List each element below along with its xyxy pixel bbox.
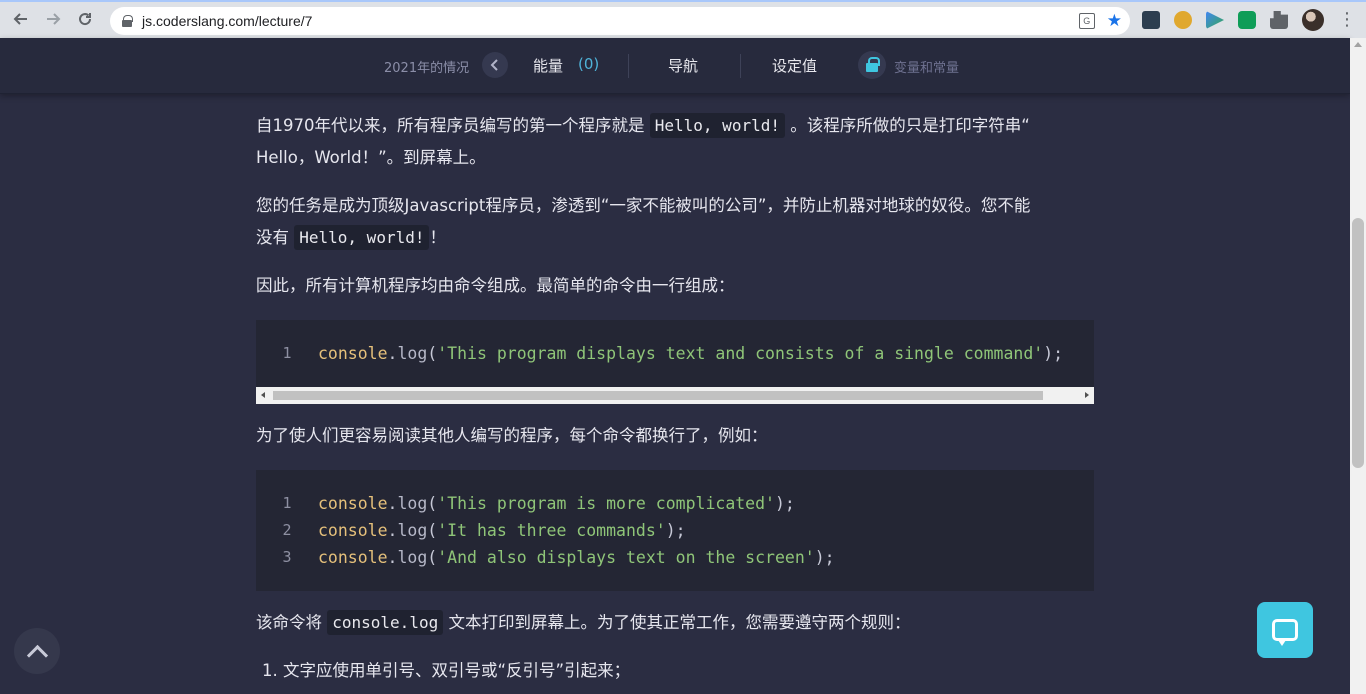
- code-line: 3 console. log('And also displays text on …: [256, 544, 1094, 571]
- browser-menu-icon[interactable]: ⋮: [1338, 11, 1356, 29]
- code-object: console: [318, 494, 388, 513]
- code-string: 'It has three commands': [437, 521, 666, 540]
- extension-film-icon[interactable]: [1142, 11, 1160, 29]
- code-object: console: [318, 344, 388, 363]
- divider: [628, 54, 629, 78]
- code-punct: );: [814, 548, 835, 567]
- lock-icon: [858, 51, 886, 79]
- code-punct: .: [387, 548, 398, 567]
- back-arrow-icon[interactable]: [6, 4, 36, 34]
- code-string: 'And also displays text on the screen': [437, 548, 815, 567]
- code-string: 'This program displays text and consists…: [437, 344, 1044, 363]
- translate-icon[interactable]: G: [1078, 13, 1095, 29]
- paragraph: 自1970年代以来，所有程序员编写的第一个程序就是 Hello, world! …: [256, 110, 1094, 174]
- code-function: log: [397, 494, 428, 513]
- lesson-content: 自1970年代以来，所有程序员编写的第一个程序就是 Hello, world! …: [256, 94, 1094, 687]
- extension-play-icon[interactable]: [1206, 11, 1224, 29]
- paragraph: 您的任务是成为顶级Javascript程序员，渗透到“一家不能被叫的公司”，并防…: [256, 190, 1094, 254]
- lesson-header: 2021年的情况 能量 (0) 导航 设定值 变量和常量: [0, 38, 1350, 94]
- paragraph-text: 。该程序所做的只是打印字符串“: [784, 116, 1030, 135]
- code-punct: .: [387, 344, 398, 363]
- list-item: 1. 文字应使用单引号、双引号或“反引号”引起来；: [262, 661, 631, 680]
- scrollbar-thumb[interactable]: [273, 391, 1043, 400]
- browser-toolbar: js.coderslang.com/lecture/7 G ★ ⋮: [0, 0, 1366, 38]
- inline-code: Hello, world!: [649, 113, 785, 138]
- divider: [740, 54, 741, 78]
- code-string: 'This program is more complicated': [437, 494, 775, 513]
- lock-icon: [122, 15, 133, 27]
- code-punct: );: [665, 521, 686, 540]
- code-function: log: [397, 521, 428, 540]
- chat-bubble-icon: [1272, 619, 1298, 646]
- line-number: 3: [282, 548, 292, 566]
- code-punct: );: [775, 494, 795, 513]
- code-function: log: [397, 344, 428, 363]
- scroll-to-top-button[interactable]: [14, 628, 60, 674]
- page-scrollbar[interactable]: [1350, 38, 1366, 694]
- address-bar[interactable]: js.coderslang.com/lecture/7 G ★: [110, 7, 1130, 35]
- code-block: 1 console. log('This program is more compl…: [256, 470, 1094, 591]
- chat-button[interactable]: [1257, 602, 1313, 658]
- code-line: 2 console. log('It has three commands');: [256, 517, 1094, 544]
- chevron-left-icon[interactable]: [482, 52, 508, 78]
- forward-arrow-icon[interactable]: [38, 4, 68, 34]
- scroll-right-arrow-icon[interactable]: [1085, 392, 1089, 398]
- scroll-left-arrow-icon[interactable]: [261, 392, 265, 398]
- code-function: log: [397, 548, 428, 567]
- code-line: 1 console. log('This program is more compl…: [256, 490, 1094, 517]
- energy-count: (0): [578, 55, 600, 73]
- code-punct: (: [427, 521, 438, 540]
- navigation-menu[interactable]: 导航: [668, 55, 698, 76]
- paragraph: 为了使人们更容易阅读其他人编写的程序，每个命令都换行了，例如：: [256, 426, 768, 445]
- line-number: 2: [282, 521, 292, 539]
- line-number: 1: [282, 344, 292, 362]
- code-punct: (: [427, 548, 438, 567]
- paragraph-text: 该命令将: [256, 613, 328, 632]
- paragraph-text: 自1970年代以来，所有程序员编写的第一个程序就是: [256, 116, 650, 135]
- settings-menu[interactable]: 设定值: [772, 55, 817, 76]
- code-lines: 1 console. log('This program displays text…: [256, 320, 1094, 387]
- code-horizontal-scrollbar[interactable]: [256, 387, 1094, 404]
- extension-leopard-icon[interactable]: [1174, 11, 1192, 29]
- scrollbar-thumb[interactable]: [1352, 218, 1364, 468]
- paragraph-text: Hello，World！”。到屏幕上。: [256, 148, 486, 167]
- url-text: js.coderslang.com/lecture/7: [142, 13, 313, 29]
- paragraph-text: 您的任务是成为顶级Javascript程序员，渗透到“一家不能被叫的公司”，并防…: [256, 196, 1031, 215]
- code-punct: .: [387, 521, 398, 540]
- reload-icon[interactable]: [70, 4, 100, 34]
- paragraph-text: 文本打印到屏幕上。为了使其正常工作，您需要遵守两个规则：: [443, 613, 911, 632]
- extension-green-icon[interactable]: [1238, 11, 1256, 29]
- paragraph: 因此，所有计算机程序均由命令组成。最简单的命令由一行组成：: [256, 276, 735, 295]
- code-block: 1 console. log('This program displays text…: [256, 320, 1094, 404]
- next-lesson-link[interactable]: 变量和常量: [894, 57, 959, 76]
- code-punct: (: [427, 494, 438, 513]
- code-punct: .: [387, 494, 398, 513]
- paragraph: 该命令将 console.log 文本打印到屏幕上。为了使其正常工作，您需要遵守…: [256, 607, 1094, 639]
- line-number: 1: [282, 494, 292, 512]
- inline-code: Hello, world!: [294, 225, 430, 250]
- paragraph-text: 没有: [256, 228, 295, 247]
- code-object: console: [318, 548, 388, 567]
- profile-avatar[interactable]: [1302, 9, 1324, 31]
- paragraph-text: ！: [429, 228, 446, 247]
- code-punct: (: [427, 344, 438, 363]
- inline-code: console.log: [327, 610, 444, 635]
- code-punct: );: [1043, 344, 1064, 363]
- energy-label[interactable]: 能量: [533, 55, 563, 76]
- code-lines: 1 console. log('This program is more compl…: [256, 470, 1094, 591]
- scroll-up-arrow-icon[interactable]: [1354, 42, 1362, 47]
- code-line: 1 console. log('This program displays text…: [256, 340, 1094, 367]
- star-icon[interactable]: ★: [1107, 11, 1122, 31]
- extensions-puzzle-icon[interactable]: [1270, 11, 1288, 29]
- prev-lesson-link[interactable]: 2021年的情况: [384, 57, 469, 76]
- code-object: console: [318, 521, 388, 540]
